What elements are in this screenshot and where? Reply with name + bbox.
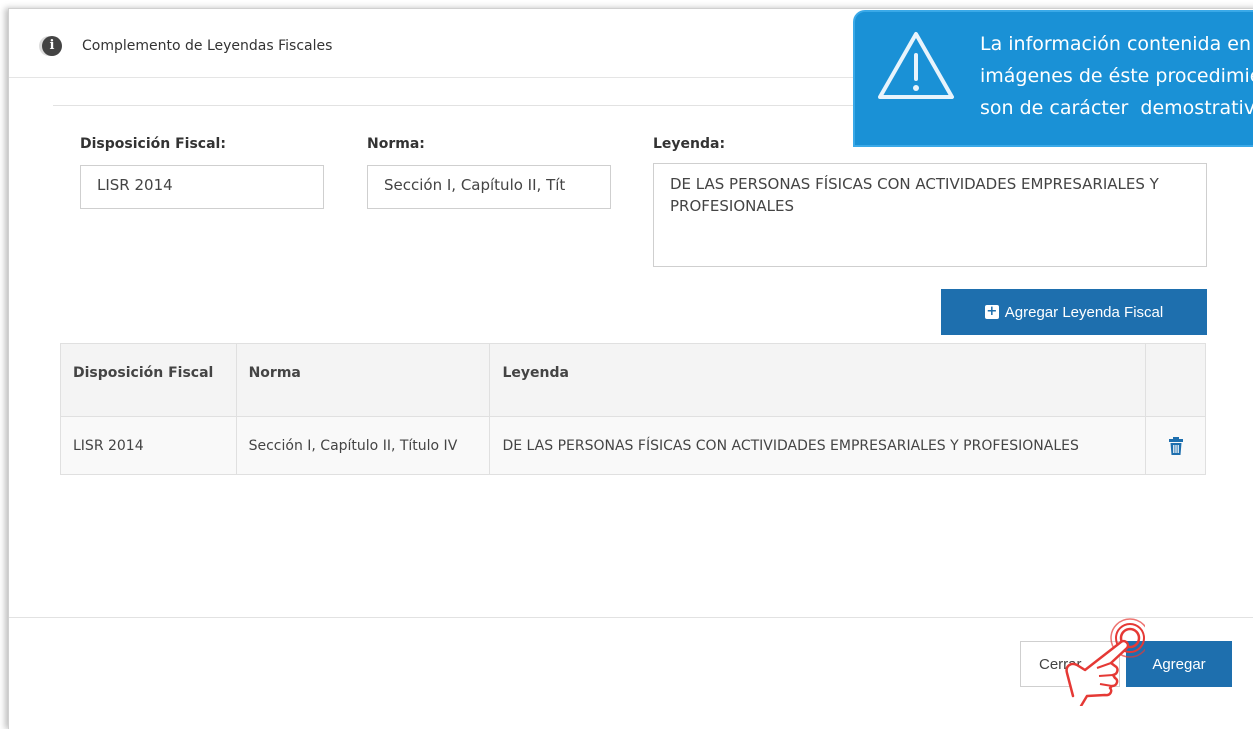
demo-warning-tooltip: La información contenida en las imágenes… [853,10,1253,147]
cell-norma: Sección I, Capítulo II, Título IV [235,416,491,475]
leyenda-textarea[interactable]: DE LAS PERSONAS FÍSICAS CON ACTIVIDADES … [653,163,1207,267]
info-icon: i [42,36,62,56]
modal-title: Complemento de Leyendas Fiscales [82,38,333,54]
table-header-row: Disposición Fiscal Norma Leyenda [60,343,1206,417]
col-header-leyenda: Leyenda [489,343,1147,417]
norma-label: Norma: [367,136,425,152]
add-legend-label: Agregar Leyenda Fiscal [1004,303,1164,321]
disposicion-label: Disposición Fiscal: [80,136,226,152]
legends-table: Disposición Fiscal Norma Leyenda LISR 20… [60,343,1206,475]
cell-leyenda: DE LAS PERSONAS FÍSICAS CON ACTIVIDADES … [489,416,1147,475]
tooltip-text: La información contenida en las imágenes… [980,33,1253,119]
norma-field[interactable]: Sección I, Capítulo II, Tít [367,165,611,209]
col-header-norma: Norma [235,343,491,417]
cell-disposicion: LISR 2014 [60,416,237,475]
col-header-disposicion: Disposición Fiscal [60,343,237,417]
table-row: LISR 2014 Sección I, Capítulo II, Título… [60,416,1206,475]
col-header-actions [1145,343,1206,417]
pointer-hand-icon [1055,618,1150,710]
warning-icon [875,29,957,107]
disposicion-field[interactable]: LISR 2014 [80,165,324,209]
leyenda-label: Leyenda: [653,136,726,152]
trash-icon[interactable] [1168,437,1183,455]
add-legend-button[interactable]: + Agregar Leyenda Fiscal [941,289,1207,335]
plus-icon: + [984,304,999,319]
cell-actions [1145,416,1206,475]
